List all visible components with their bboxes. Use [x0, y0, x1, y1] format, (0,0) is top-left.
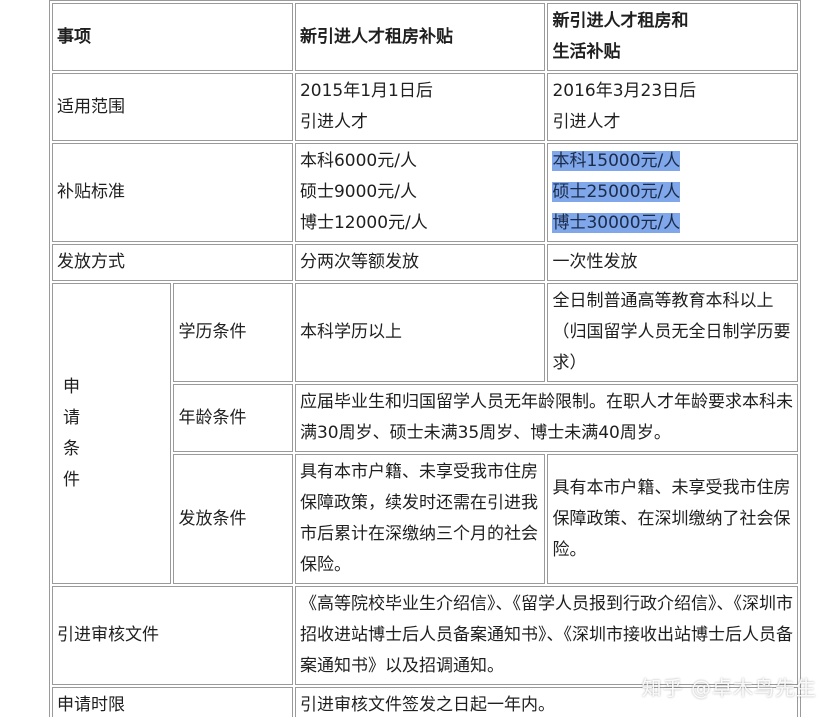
standard-a-line2: 硕士9000元/人 [299, 182, 417, 202]
education-col-b: 全日制普通高等教育本科以上（归国留学人员无全日制学历要求） [547, 283, 798, 382]
scope-col-b: 2016年3月23日后 引进人才 [547, 73, 798, 141]
scope-col-a: 2015年1月1日后 引进人才 [294, 73, 546, 141]
documents-text: 《高等院校毕业生介绍信》、《留学人员报到行政介绍信》、《深圳市招收进站博士后人员… [294, 586, 798, 685]
header-col-b: 新引进人才租房和 生活补贴 [547, 3, 798, 71]
scope-a-line2: 引进人才 [299, 112, 368, 132]
header-col-b-line2: 生活补贴 [552, 42, 621, 62]
age-label: 年龄条件 [173, 384, 293, 452]
education-label: 学历条件 [173, 283, 293, 382]
scope-b-line1: 2016年3月23日后 [552, 81, 697, 101]
standard-col-b: 本科15000元/人 硕士25000元/人 博士30000元/人 [547, 143, 798, 242]
payout-col-b: 具有本市户籍、未享受我市住房保障政策、在深圳缴纳了社会保险。 [547, 454, 798, 584]
education-col-a: 本科学历以上 [294, 283, 546, 382]
header-col-a: 新引进人才租房补贴 [294, 3, 546, 71]
policy-table-wrapper: 事项 新引进人才租房补贴 新引进人才租房和 生活补贴 适用范围 2015年1月1… [49, 0, 801, 717]
standard-label: 补贴标准 [52, 143, 293, 242]
deadline-label: 申请时限 [52, 687, 293, 717]
standard-row: 补贴标准 本科6000元/人 硕士9000元/人 博士12000元/人 本科15… [52, 143, 798, 242]
header-col-b-line1: 新引进人才租房和 [552, 11, 689, 31]
method-label: 发放方式 [52, 244, 293, 281]
method-col-a: 分两次等额发放 [294, 244, 546, 281]
standard-col-a: 本科6000元/人 硕士9000元/人 博士12000元/人 [294, 143, 546, 242]
header-row: 事项 新引进人才租房补贴 新引进人才租房和 生活补贴 [52, 3, 798, 71]
policy-table: 事项 新引进人才租房补贴 新引进人才租房和 生活补贴 适用范围 2015年1月1… [49, 0, 801, 717]
conditions-char-2: 请 [63, 407, 80, 428]
scope-row: 适用范围 2015年1月1日后 引进人才 2016年3月23日后 引进人才 [52, 73, 798, 141]
scope-label: 适用范围 [52, 73, 293, 141]
method-col-b: 一次性发放 [547, 244, 798, 281]
education-row: 申 请 条 件 学历条件 本科学历以上 全日制普通高等教育本科以上（归国留学人员… [52, 283, 798, 584]
payout-col-a: 具有本市户籍、未享受我市住房保障政策，续发时还需在引进我市后累计在深缴纳三个月的… [294, 454, 546, 584]
method-row: 发放方式 分两次等额发放 一次性发放 [52, 244, 798, 281]
age-text: 应届毕业生和归国留学人员无年龄限制。在职人才年龄要求本科未满30周岁、硕士未满3… [294, 384, 798, 452]
standard-b-line2[interactable]: 硕士25000元/人 [552, 182, 681, 202]
documents-row: 引进审核文件 《高等院校毕业生介绍信》、《留学人员报到行政介绍信》、《深圳市招收… [52, 586, 798, 685]
conditions-group-label: 申 请 条 件 [52, 283, 172, 584]
standard-a-line1: 本科6000元/人 [299, 151, 417, 171]
zhihu-watermark: 知乎 @卓木鸟先生 [641, 676, 817, 700]
standard-b-line1[interactable]: 本科15000元/人 [552, 151, 681, 171]
conditions-char-1: 申 [63, 376, 80, 397]
scope-b-line2: 引进人才 [552, 112, 621, 132]
documents-label: 引进审核文件 [52, 586, 293, 685]
standard-b-line3[interactable]: 博士30000元/人 [552, 213, 681, 233]
header-item: 事项 [52, 3, 293, 71]
conditions-char-4: 件 [63, 469, 80, 490]
scope-a-line1: 2015年1月1日后 [299, 81, 433, 101]
standard-a-line3: 博士12000元/人 [299, 213, 428, 233]
conditions-char-3: 条 [63, 438, 80, 459]
payout-label: 发放条件 [173, 454, 293, 584]
